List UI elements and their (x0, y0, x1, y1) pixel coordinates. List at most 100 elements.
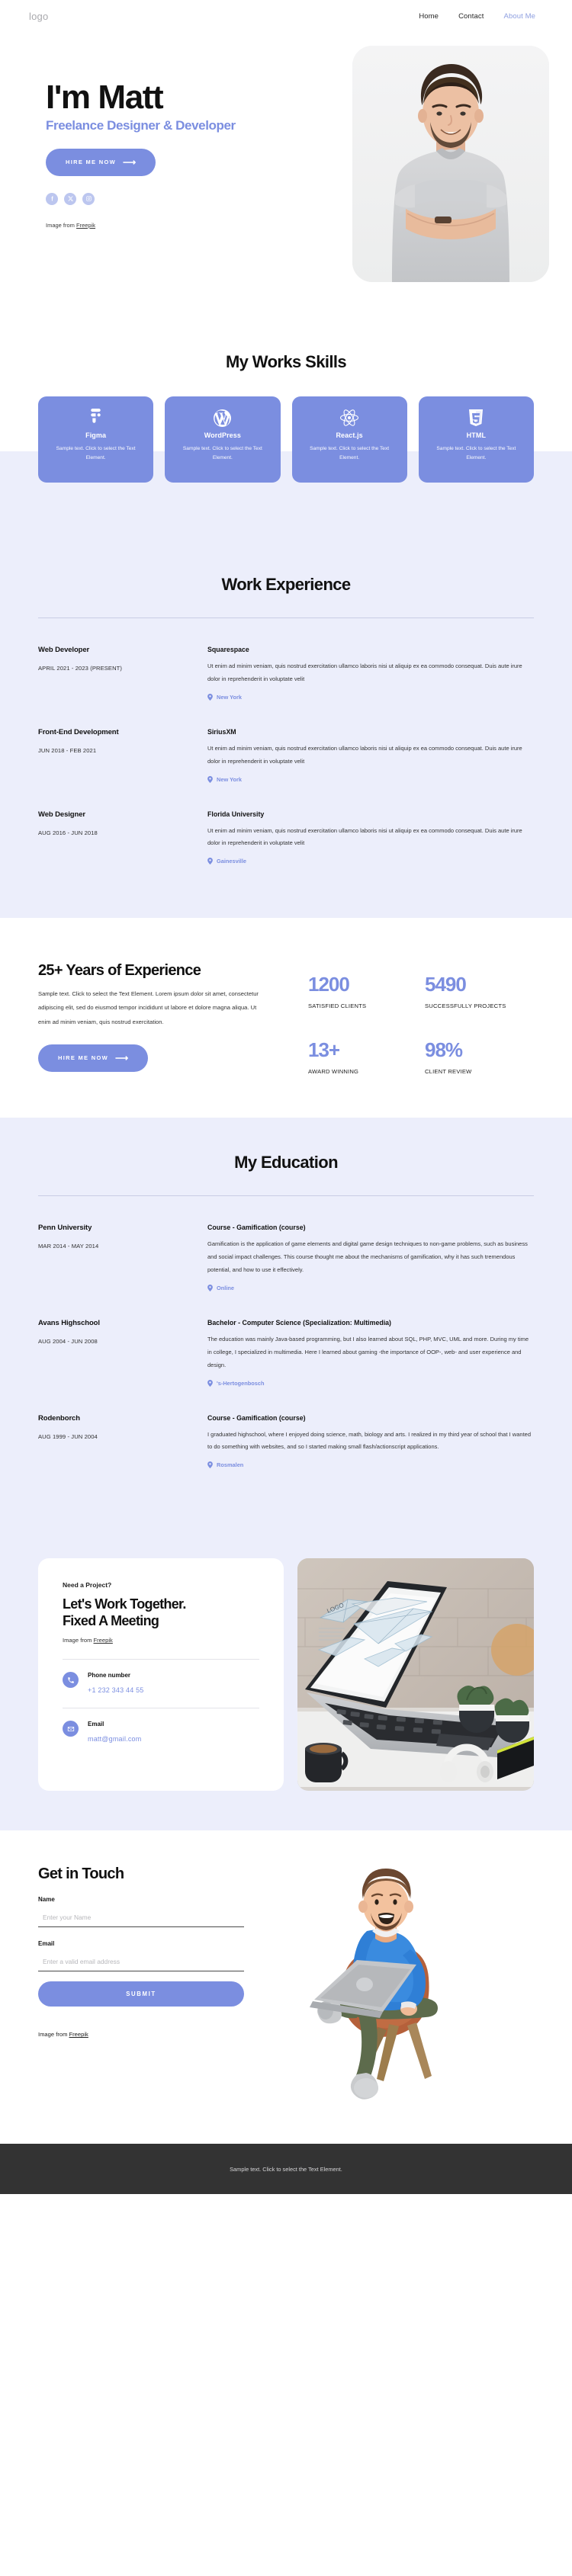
education-item: Penn University MAR 2014 - MAY 2014 Cour… (38, 1196, 534, 1291)
work-item-body: Squarespace Ut enim ad minim veniam, qui… (207, 646, 534, 701)
work-location[interactable]: New York (207, 775, 534, 783)
experience-paragraph: Sample text. Click to select the Text El… (38, 990, 259, 1025)
education-date: MAR 2014 - MAY 2014 (38, 1243, 99, 1250)
location-pin-icon (207, 1379, 213, 1387)
arrow-right-icon: ⟶ (114, 1052, 129, 1063)
stat-client-review: 98% CLIENT REVIEW (425, 1040, 534, 1075)
education-section: My Education Penn University MAR 2014 - … (0, 1118, 572, 1516)
work-item-body: SiriusXM Ut enim ad minim veniam, quis n… (207, 728, 534, 783)
education-description: The education was mainly Java-based prog… (207, 1335, 529, 1368)
location-pin-icon (207, 858, 213, 865)
hire-me-now-button[interactable]: HIRE ME NOW ⟶ (46, 148, 156, 176)
hero-image-credit: Image from Freepik (46, 222, 320, 229)
skills-title: My Works Skills (225, 352, 347, 371)
education-date: AUG 2004 - JUN 2008 (38, 1337, 98, 1345)
name-input[interactable] (38, 1907, 244, 1928)
education-location[interactable]: 's-Hertogenbosch (207, 1379, 534, 1387)
arrow-right-icon: ⟶ (122, 156, 137, 168)
education-title: My Education (234, 1153, 338, 1173)
email-field-label: Email (38, 1940, 55, 1948)
nav-item-contact[interactable]: Contact (458, 12, 484, 21)
work-role: Front-End Development (38, 727, 119, 736)
meeting-card: Need a Project? Let's Work Together. Fix… (38, 1558, 284, 1792)
work-organization: Florida University (207, 810, 265, 818)
skill-card-wordpress[interactable]: WordPress Sample text. Click to select t… (165, 396, 281, 483)
phone-label: Phone number (88, 1672, 131, 1679)
hire-me-now-button-secondary[interactable]: HIRE ME NOW ⟶ (38, 1044, 149, 1072)
stat-value: 98% (425, 1038, 463, 1062)
work-location-label: Gainesville (217, 858, 247, 865)
work-experience-section: Work Experience Web Developer APRIL 2021… (0, 540, 572, 919)
social-links (46, 192, 320, 205)
meeting-section: Need a Project? Let's Work Together. Fix… (0, 1516, 572, 1831)
instagram-icon[interactable] (82, 192, 95, 205)
skill-name: WordPress (204, 431, 241, 439)
skill-description: Sample text. Click to select the Text El… (56, 446, 136, 461)
work-location[interactable]: Gainesville (207, 858, 534, 865)
education-item: Rodenborch AUG 1999 - JUN 2004 Course - … (38, 1387, 534, 1469)
location-pin-icon (207, 693, 213, 701)
work-date: APRIL 2021 - 2023 (PRESENT) (38, 665, 123, 672)
work-item: Web Designer AUG 2016 - JUN 2018 Florida… (38, 783, 534, 865)
envelope-icon (63, 1721, 79, 1737)
work-item-body: Florida University Ut enim ad minim veni… (207, 810, 534, 865)
skill-description: Sample text. Click to select the Text El… (436, 446, 516, 461)
work-organization: Squarespace (207, 646, 249, 653)
work-location-label: New York (217, 775, 242, 783)
education-school: Penn University (38, 1224, 92, 1233)
freepik-link[interactable]: Freepik (69, 2031, 88, 2038)
education-description: I graduated highschool, where I enjoyed … (207, 1430, 531, 1451)
footer-text: Sample text. Click to select the Text El… (230, 2165, 342, 2173)
x-twitter-icon[interactable] (64, 192, 76, 205)
email-value[interactable]: matt@gmail.com (88, 1735, 141, 1743)
3d-character-illustration (310, 1869, 438, 2100)
wordpress-icon (213, 406, 232, 430)
get-in-touch-section: Get in Touch Name Email SUBMIT Image fro… (0, 1830, 572, 2145)
skills-section: My Works Skills Figma Sample text. Click… (0, 317, 572, 540)
logo[interactable]: logo (29, 11, 48, 22)
location-pin-icon (207, 1461, 213, 1469)
skill-card-figma[interactable]: Figma Sample text. Click to select the T… (38, 396, 154, 483)
name-field-label: Name (38, 1896, 55, 1904)
education-bottom-spacer (0, 1468, 572, 1511)
education-location[interactable]: Online (207, 1284, 534, 1291)
skill-card-reactjs[interactable]: React.js Sample text. Click to select th… (291, 396, 407, 483)
submit-button[interactable]: SUBMIT (38, 1981, 244, 2007)
site-footer: Sample text. Click to select the Text El… (0, 2144, 572, 2195)
work-item-meta: Front-End Development JUN 2018 - FEB 202… (38, 728, 207, 783)
education-item-body: Course - Gamification (course) I graduat… (207, 1414, 534, 1469)
hero-content: I'm Matt Freelance Designer & Developer … (46, 46, 320, 282)
hero-credit-prefix: Image from (46, 221, 77, 229)
skill-card-html[interactable]: HTML Sample text. Click to select the Te… (418, 396, 534, 483)
education-location-label: Rosmalen (217, 1461, 244, 1469)
nav-item-home[interactable]: Home (419, 12, 439, 21)
stat-satisfied-clients: 1200 SATISFIED CLIENTS (308, 974, 417, 1009)
nav-item-about-me[interactable]: About Me (504, 12, 535, 21)
work-location[interactable]: New York (207, 693, 534, 701)
stat-value: 1200 (308, 973, 350, 996)
education-date: AUG 1999 - JUN 2004 (38, 1432, 98, 1440)
education-item-meta: Avans Highschool AUG 2004 - JUN 2008 (38, 1319, 207, 1387)
experience-title: 25+ Years of Experience (38, 962, 201, 980)
education-item-body: Bachelor - Computer Science (Specializat… (207, 1319, 534, 1387)
freepik-link[interactable]: Freepik (76, 222, 95, 229)
education-item-meta: Penn University MAR 2014 - MAY 2014 (38, 1224, 207, 1291)
meeting-credit-prefix: Image from (63, 1637, 94, 1644)
email-input[interactable] (38, 1951, 244, 1972)
work-date: AUG 2016 - JUN 2018 (38, 829, 98, 836)
site-header: logo Home Contact About Me (0, 0, 572, 32)
meeting-title: Let's Work Together. Fixed A Meeting (63, 1596, 259, 1629)
education-course: Bachelor - Computer Science (Specializat… (207, 1318, 391, 1326)
work-item-meta: Web Developer APRIL 2021 - 2023 (PRESENT… (38, 646, 207, 701)
phone-value[interactable]: +1 232 343 44 55 (88, 1686, 144, 1694)
meeting-image-credit: Image from Freepik (63, 1637, 259, 1644)
facebook-icon[interactable] (46, 192, 58, 205)
education-location[interactable]: Rosmalen (207, 1461, 534, 1469)
contact-form: Get in Touch Name Email SUBMIT Image fro… (38, 1865, 267, 2121)
main-navigation: Home Contact About Me (419, 12, 543, 21)
figma-icon (89, 406, 102, 430)
experience-stats-section: 25+ Years of Experience Sample text. Cli… (0, 918, 572, 1118)
stat-award-winning: 13+ AWARD WINNING (308, 1040, 417, 1075)
freepik-link[interactable]: Freepik (94, 1637, 113, 1644)
stat-value: 13+ (308, 1038, 340, 1062)
